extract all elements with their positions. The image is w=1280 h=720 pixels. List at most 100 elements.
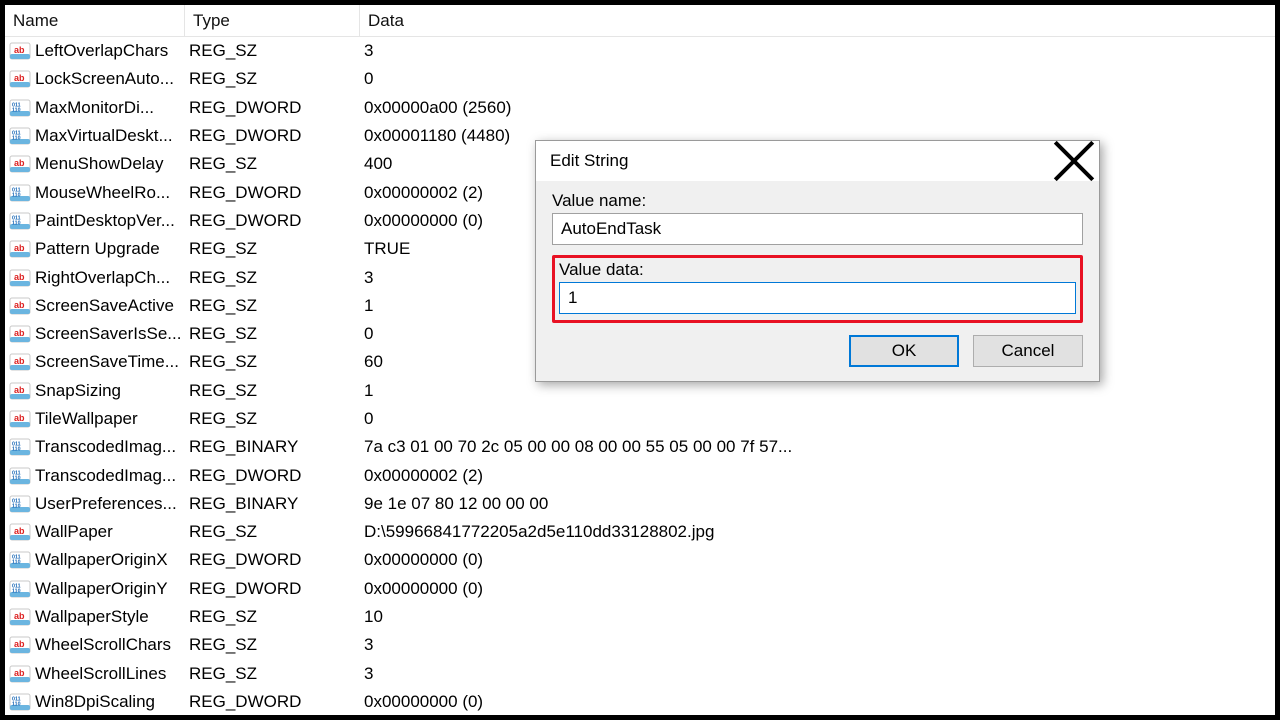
value-type: REG_DWORD: [185, 211, 360, 231]
svg-text:ab: ab: [14, 526, 25, 536]
registry-value-row[interactable]: ab TileWallpaperREG_SZ0: [5, 405, 1275, 433]
column-header-name[interactable]: Name: [5, 5, 185, 36]
registry-value-row[interactable]: 011 110 TranscodedImag...REG_DWORD0x0000…: [5, 461, 1275, 489]
svg-text:ab: ab: [14, 413, 25, 423]
registry-value-row[interactable]: ab WallPaperREG_SZD:\59966841772205a2d5e…: [5, 518, 1275, 546]
svg-text:110: 110: [12, 447, 21, 453]
string-value-icon: ab: [9, 70, 31, 88]
value-data-label: Value data:: [559, 260, 1076, 280]
edit-string-dialog: Edit String Value name: Value data: OK C…: [535, 140, 1100, 382]
value-type: REG_SZ: [185, 154, 360, 174]
registry-value-row[interactable]: ab WheelScrollLinesREG_SZ3: [5, 660, 1275, 688]
value-type: REG_SZ: [185, 268, 360, 288]
value-type: REG_DWORD: [185, 466, 360, 486]
value-type: REG_SZ: [185, 324, 360, 344]
value-name: WheelScrollLines: [35, 664, 185, 684]
value-name: MouseWheelRo...: [35, 183, 185, 203]
value-name: PaintDesktopVer...: [35, 211, 185, 231]
svg-text:110: 110: [12, 475, 21, 481]
value-data: 0x00000000 (0): [360, 550, 1275, 570]
registry-value-row[interactable]: ab WheelScrollCharsREG_SZ3: [5, 631, 1275, 659]
close-icon[interactable]: [1049, 141, 1099, 181]
string-value-icon: ab: [9, 297, 31, 315]
string-value-icon: ab: [9, 42, 31, 60]
value-name: RightOverlapCh...: [35, 268, 185, 288]
value-name: WheelScrollChars: [35, 635, 185, 655]
string-value-icon: ab: [9, 410, 31, 428]
value-data-highlight: Value data:: [552, 255, 1083, 323]
registry-value-row[interactable]: 011 110 UserPreferences...REG_BINARY9e 1…: [5, 490, 1275, 518]
binary-value-icon: 011 110: [9, 438, 31, 456]
column-header-data[interactable]: Data: [360, 5, 1275, 36]
value-type: REG_SZ: [185, 352, 360, 372]
value-name-label: Value name:: [552, 191, 1083, 211]
value-type: REG_SZ: [185, 522, 360, 542]
svg-text:ab: ab: [14, 385, 25, 395]
svg-text:ab: ab: [14, 328, 25, 338]
value-data-field[interactable]: [559, 282, 1076, 314]
svg-text:110: 110: [12, 136, 21, 142]
svg-text:110: 110: [12, 560, 21, 566]
value-data: 0x00000000 (0): [360, 579, 1275, 599]
binary-value-icon: 011 110: [9, 580, 31, 598]
value-data: 0: [360, 409, 1275, 429]
value-type: REG_SZ: [185, 664, 360, 684]
svg-text:ab: ab: [14, 158, 25, 168]
value-type: REG_SZ: [185, 607, 360, 627]
value-data: 7a c3 01 00 70 2c 05 00 00 08 00 00 55 0…: [360, 437, 1275, 457]
string-value-icon: ab: [9, 608, 31, 626]
svg-text:ab: ab: [14, 668, 25, 678]
ok-button[interactable]: OK: [849, 335, 959, 367]
value-data: 0x00000a00 (2560): [360, 98, 1275, 118]
value-type: REG_SZ: [185, 381, 360, 401]
registry-value-row[interactable]: 011 110 Win8DpiScalingREG_DWORD0x0000000…: [5, 688, 1275, 716]
value-name: Win8DpiScaling: [35, 692, 185, 712]
svg-text:110: 110: [12, 701, 21, 707]
string-value-icon: ab: [9, 636, 31, 654]
value-name-field: [552, 213, 1083, 245]
value-name: WallPaper: [35, 522, 185, 542]
value-name: Pattern Upgrade: [35, 239, 185, 259]
value-name: MaxMonitorDi...: [35, 98, 185, 118]
value-name: SnapSizing: [35, 381, 185, 401]
value-data: 1: [360, 381, 1275, 401]
registry-value-row[interactable]: ab WallpaperStyleREG_SZ10: [5, 603, 1275, 631]
registry-value-row[interactable]: 011 110 TranscodedImag...REG_BINARY7a c3…: [5, 433, 1275, 461]
binary-value-icon: 011 110: [9, 693, 31, 711]
value-name: WallpaperOriginX: [35, 550, 185, 570]
string-value-icon: ab: [9, 269, 31, 287]
value-type: REG_DWORD: [185, 126, 360, 146]
value-data: 3: [360, 664, 1275, 684]
cancel-button[interactable]: Cancel: [973, 335, 1083, 367]
value-type: REG_DWORD: [185, 692, 360, 712]
value-name: MenuShowDelay: [35, 154, 185, 174]
value-data: D:\59966841772205a2d5e110dd33128802.jpg: [360, 522, 1275, 542]
value-type: REG_SZ: [185, 635, 360, 655]
value-name: ScreenSaveTime...: [35, 352, 185, 372]
svg-text:110: 110: [12, 107, 21, 113]
binary-value-icon: 011 110: [9, 99, 31, 117]
string-value-icon: ab: [9, 325, 31, 343]
string-value-icon: ab: [9, 382, 31, 400]
svg-text:110: 110: [12, 192, 21, 198]
registry-value-row[interactable]: 011 110 WallpaperOriginXREG_DWORD0x00000…: [5, 546, 1275, 574]
column-header-type[interactable]: Type: [185, 5, 360, 36]
binary-value-icon: 011 110: [9, 551, 31, 569]
svg-text:ab: ab: [14, 73, 25, 83]
registry-value-row[interactable]: ab LockScreenAuto...REG_SZ0: [5, 65, 1275, 93]
value-name: ScreenSaveActive: [35, 296, 185, 316]
value-name: WallpaperStyle: [35, 607, 185, 627]
registry-value-row[interactable]: 011 110 MaxMonitorDi...REG_DWORD0x00000a…: [5, 94, 1275, 122]
registry-value-row[interactable]: 011 110 WallpaperOriginYREG_DWORD0x00000…: [5, 575, 1275, 603]
value-name: ScreenSaverIsSe...: [35, 324, 185, 344]
string-value-icon: ab: [9, 353, 31, 371]
value-name: MaxVirtualDeskt...: [35, 126, 185, 146]
value-name: LeftOverlapChars: [35, 41, 185, 61]
svg-text:ab: ab: [14, 611, 25, 621]
registry-value-row[interactable]: ab LeftOverlapCharsREG_SZ3: [5, 37, 1275, 65]
string-value-icon: ab: [9, 665, 31, 683]
value-type: REG_SZ: [185, 41, 360, 61]
svg-text:110: 110: [12, 220, 21, 226]
dialog-title: Edit String: [550, 151, 628, 171]
value-type: REG_DWORD: [185, 579, 360, 599]
